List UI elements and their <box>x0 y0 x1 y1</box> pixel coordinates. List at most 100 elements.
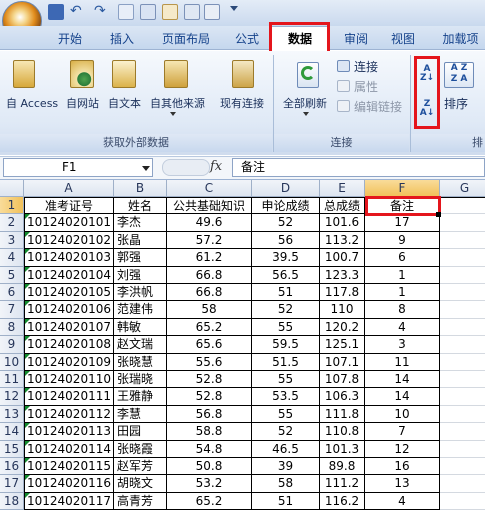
other-sources-dropdown-icon[interactable] <box>170 112 176 116</box>
cell[interactable]: 张瑞晓 <box>114 371 167 389</box>
cell[interactable]: 56.5 <box>252 266 320 284</box>
column-header-f[interactable]: F <box>365 180 440 197</box>
cell[interactable]: 刘强 <box>114 266 167 284</box>
cell[interactable]: 51.5 <box>252 353 320 371</box>
cell[interactable]: 田园 <box>114 423 167 441</box>
cell[interactable]: 50.8 <box>167 458 252 476</box>
cell[interactable] <box>440 441 485 458</box>
cell[interactable]: 10124020111 <box>24 388 114 406</box>
qat-dropdown-icon[interactable] <box>230 6 238 11</box>
cell[interactable] <box>440 267 485 284</box>
cell[interactable]: 52 <box>252 214 320 232</box>
formula-input[interactable]: 备注 <box>232 158 485 177</box>
name-box[interactable]: F1 <box>3 158 153 177</box>
cell[interactable]: 56 <box>252 231 320 250</box>
cell[interactable]: 6 <box>365 249 440 267</box>
cell[interactable] <box>440 284 485 302</box>
cell[interactable]: 51 <box>252 284 320 302</box>
cell[interactable]: 高青芳 <box>114 492 167 510</box>
row-header-6[interactable]: 6 <box>0 284 24 302</box>
refresh-dropdown-icon[interactable] <box>303 112 309 116</box>
row-header-5[interactable]: 5 <box>0 266 24 284</box>
cell[interactable]: 8 <box>365 301 440 319</box>
column-header-a[interactable]: A <box>24 180 114 197</box>
cell[interactable]: 54.8 <box>167 440 252 458</box>
cell[interactable] <box>440 475 485 493</box>
cell[interactable] <box>440 371 485 389</box>
sort-button[interactable]: 排序 <box>444 95 468 112</box>
cell[interactable]: 10124020109 <box>24 353 114 371</box>
cell[interactable]: 39 <box>252 458 320 476</box>
cell[interactable]: 10124020104 <box>24 266 114 284</box>
cell[interactable]: 7 <box>365 423 440 441</box>
cell[interactable]: 116.2 <box>320 492 365 510</box>
cell[interactable] <box>440 301 485 319</box>
from-web-button[interactable]: 自网站 <box>66 95 99 111</box>
cell[interactable] <box>440 214 485 232</box>
cell[interactable]: 李洪帆 <box>114 284 167 302</box>
cell[interactable]: 10124020113 <box>24 423 114 441</box>
cell[interactable]: 66.8 <box>167 266 252 284</box>
cell[interactable]: 4 <box>365 318 440 337</box>
cell[interactable]: 赵文瑞 <box>114 336 167 354</box>
cell[interactable]: 101.3 <box>320 440 365 458</box>
column-header-d[interactable]: D <box>252 180 320 197</box>
cell[interactable]: 106.3 <box>320 388 365 406</box>
cell[interactable]: 10124020112 <box>24 405 114 424</box>
connections-button[interactable]: 连接 <box>354 58 378 75</box>
tab-formulas[interactable]: 公式 <box>225 29 269 49</box>
from-access-button[interactable]: 自 Access <box>6 95 58 111</box>
cell[interactable]: 准考证号 <box>24 197 114 215</box>
cell[interactable]: 101.6 <box>320 214 365 232</box>
existing-connections-button[interactable]: 现有连接 <box>220 95 264 111</box>
row-header-2[interactable]: 2 <box>0 214 24 232</box>
cell[interactable]: 10124020114 <box>24 440 114 458</box>
cell[interactable]: 张晶 <box>114 231 167 250</box>
row-header-10[interactable]: 10 <box>0 353 24 371</box>
tab-addins[interactable]: 加载项 <box>436 29 485 49</box>
properties-button[interactable]: 属性 <box>354 78 378 95</box>
cell[interactable]: 王雅静 <box>114 388 167 406</box>
cell[interactable]: 65.6 <box>167 336 252 354</box>
spellcheck-icon[interactable] <box>184 4 200 20</box>
cell[interactable] <box>440 232 485 250</box>
cell[interactable]: 10124020106 <box>24 301 114 319</box>
cell[interactable]: 65.2 <box>167 318 252 337</box>
cell[interactable]: 107.8 <box>320 371 365 389</box>
from-text-button[interactable]: 自文本 <box>108 95 141 111</box>
cell[interactable]: 11 <box>365 353 440 371</box>
open-icon[interactable] <box>162 4 178 20</box>
cell[interactable]: 13 <box>365 475 440 493</box>
cell[interactable]: 10124020115 <box>24 458 114 476</box>
cell[interactable]: 110.8 <box>320 423 365 441</box>
cell[interactable] <box>440 406 485 424</box>
cell[interactable]: 10124020110 <box>24 371 114 389</box>
cell[interactable]: 10124020117 <box>24 492 114 510</box>
cell[interactable]: 111.2 <box>320 475 365 493</box>
from-other-sources-button[interactable]: 自其他来源 <box>150 95 205 111</box>
column-header-b[interactable]: B <box>114 180 167 197</box>
row-header-17[interactable]: 17 <box>0 475 24 493</box>
cell[interactable]: 10 <box>365 405 440 424</box>
cell[interactable]: 1 <box>365 266 440 284</box>
tab-insert[interactable]: 插入 <box>100 29 144 49</box>
tab-home[interactable]: 开始 <box>48 29 92 49</box>
cell[interactable]: 123.3 <box>320 266 365 284</box>
cell[interactable]: 52.8 <box>167 388 252 406</box>
cell[interactable] <box>440 319 485 337</box>
row-header-3[interactable]: 3 <box>0 231 24 250</box>
cell[interactable] <box>440 423 485 441</box>
cell[interactable]: 58 <box>167 301 252 319</box>
row-header-11[interactable]: 11 <box>0 371 24 389</box>
cell[interactable]: 58 <box>252 475 320 493</box>
cell[interactable]: 89.8 <box>320 458 365 476</box>
cell[interactable]: 110 <box>320 301 365 319</box>
cell[interactable]: 66.8 <box>167 284 252 302</box>
row-header-15[interactable]: 15 <box>0 440 24 458</box>
cell[interactable] <box>440 493 485 510</box>
cell[interactable]: 韩敏 <box>114 318 167 337</box>
cell[interactable]: 51 <box>252 492 320 510</box>
cell[interactable]: 李杰 <box>114 214 167 232</box>
cell[interactable]: 53.2 <box>167 475 252 493</box>
row-header-16[interactable]: 16 <box>0 458 24 476</box>
